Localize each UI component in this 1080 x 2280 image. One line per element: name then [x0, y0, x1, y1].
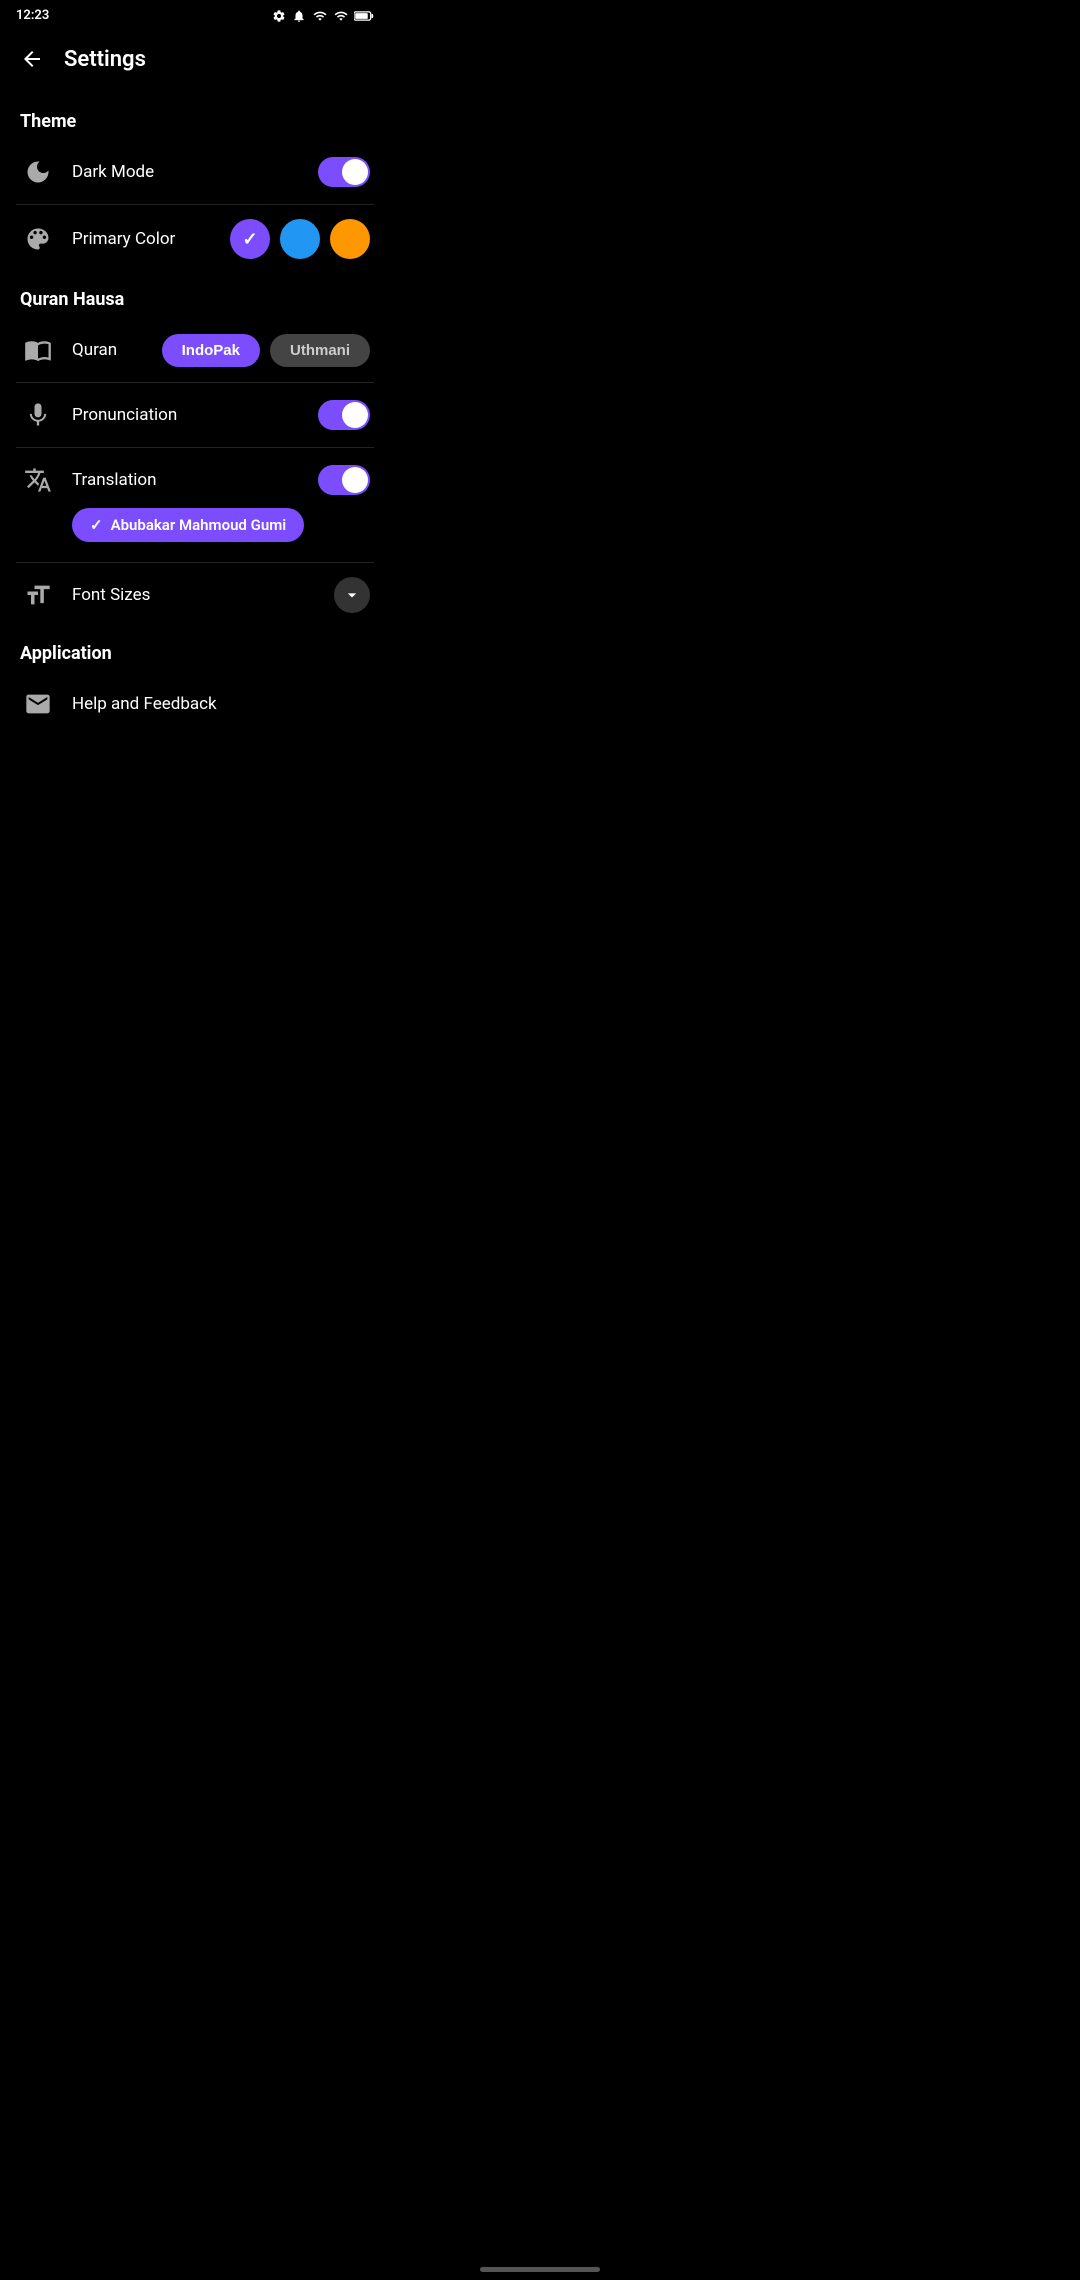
pronunciation-icon: [20, 397, 56, 433]
color-selected-check: ✓: [242, 229, 257, 250]
pronunciation-label: Pronunciation: [72, 405, 302, 425]
translation-label: Translation: [72, 470, 302, 490]
translation-toggle-knob: [342, 467, 368, 493]
back-button[interactable]: [16, 43, 48, 75]
status-icons: [272, 9, 374, 23]
application-section-label: Application: [0, 627, 390, 672]
theme-section-label: Theme: [0, 95, 390, 140]
status-time: 12:23: [16, 8, 49, 23]
help-feedback-label: Help and Feedback: [72, 694, 370, 714]
translation-icon: [20, 462, 56, 498]
pronunciation-row[interactable]: Pronunciation: [0, 383, 390, 447]
translation-toggle[interactable]: [318, 465, 370, 495]
dark-mode-toggle[interactable]: [318, 157, 370, 187]
primary-color-row[interactable]: Primary Color ✓: [0, 205, 390, 273]
quran-icon: [20, 332, 56, 368]
font-sizes-dropdown-icon: [334, 577, 370, 613]
quran-row: Quran IndoPak Uthmani: [0, 318, 390, 382]
quran-buttons: IndoPak Uthmani: [162, 334, 370, 367]
quran-uthmani-btn[interactable]: Uthmani: [270, 334, 370, 367]
bottom-nav-bar: [480, 2267, 600, 2272]
dark-mode-icon: [20, 154, 56, 190]
translation-row[interactable]: Translation: [0, 448, 390, 512]
translation-selected-container: ✓ Abubakar Mahmoud Gumi: [52, 508, 390, 552]
translation-badge[interactable]: ✓ Abubakar Mahmoud Gumi: [72, 508, 304, 542]
dark-mode-toggle-knob: [342, 159, 368, 185]
dark-mode-label: Dark Mode: [72, 162, 302, 182]
settings-status-icon: [272, 9, 286, 23]
header: Settings: [0, 31, 390, 95]
primary-color-icon: [20, 221, 56, 257]
back-arrow-icon: [20, 47, 44, 71]
color-options: ✓: [230, 219, 370, 259]
color-blue[interactable]: [280, 219, 320, 259]
translation-name: Abubakar Mahmoud Gumi: [111, 516, 287, 534]
font-sizes-icon: [20, 577, 56, 613]
status-bar: 12:23: [0, 0, 390, 31]
translation-check: ✓: [90, 516, 103, 534]
pronunciation-toggle-knob: [342, 402, 368, 428]
wifi-status-icon: [312, 9, 328, 23]
help-feedback-icon: [20, 686, 56, 722]
font-sizes-row[interactable]: Font Sizes: [0, 563, 390, 627]
quran-indopak-btn[interactable]: IndoPak: [162, 334, 260, 367]
battery-status-icon: [354, 10, 374, 22]
dark-mode-row[interactable]: Dark Mode: [0, 140, 390, 204]
help-feedback-row[interactable]: Help and Feedback: [0, 672, 390, 736]
notification-status-icon: [292, 9, 306, 23]
color-purple[interactable]: ✓: [230, 219, 270, 259]
pronunciation-toggle[interactable]: [318, 400, 370, 430]
color-orange[interactable]: [330, 219, 370, 259]
page-title: Settings: [64, 47, 146, 72]
quran-section-label: Quran Hausa: [0, 273, 390, 318]
font-sizes-label: Font Sizes: [72, 585, 318, 605]
primary-color-label: Primary Color: [72, 229, 214, 249]
quran-label: Quran: [72, 340, 146, 360]
signal-status-icon: [334, 9, 348, 23]
